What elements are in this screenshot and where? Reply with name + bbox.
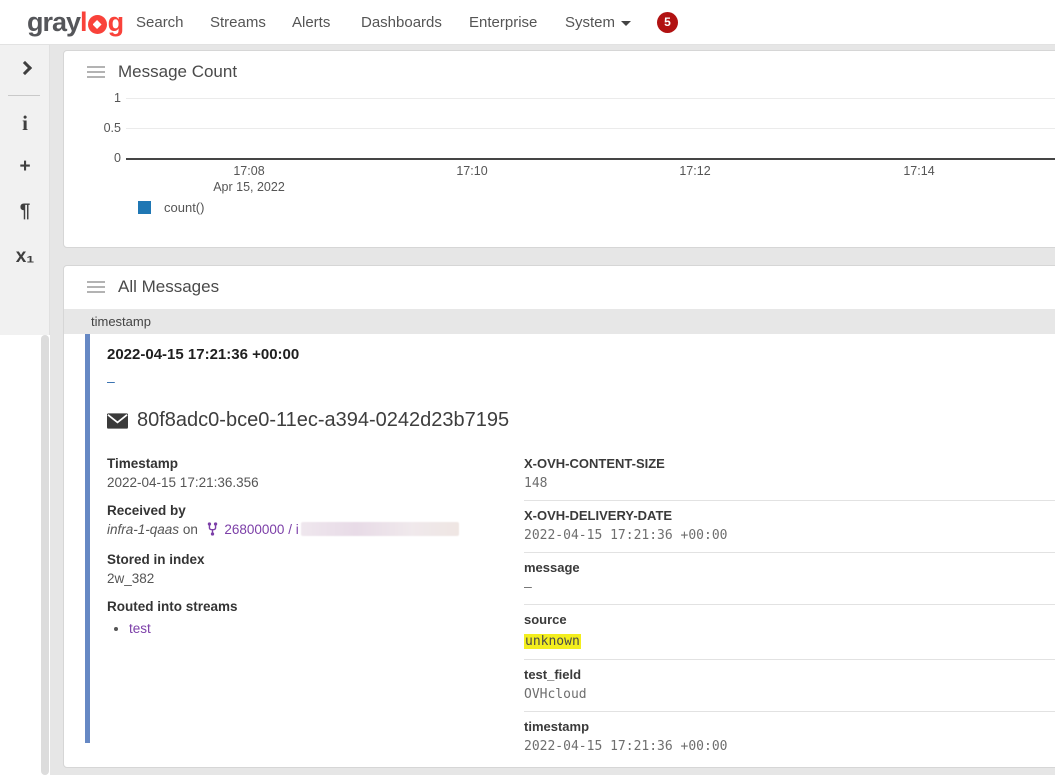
field-value-highlighted: unknown xyxy=(524,634,581,649)
widget-drag-handle-icon[interactable] xyxy=(87,66,105,78)
field-name[interactable]: source xyxy=(524,612,1055,627)
message-meta-column: Timestamp 2022-04-15 17:21:36.356 Receiv… xyxy=(107,456,524,763)
node-name: infra-1-qaas xyxy=(107,522,179,537)
system-label: System xyxy=(565,14,615,31)
logo-compass-icon xyxy=(88,15,107,34)
envelope-icon xyxy=(107,413,128,429)
gridline-y1 xyxy=(126,98,1055,99)
notification-badge[interactable]: 5 xyxy=(657,12,678,33)
stream-link-test[interactable]: test xyxy=(129,621,151,636)
code-fork-icon xyxy=(207,522,218,539)
fields-x1-icon[interactable]: x₁ xyxy=(0,246,50,268)
meta-value-timestamp: 2022-04-15 17:21:36.356 xyxy=(107,475,524,490)
gridline-y05 xyxy=(126,128,1055,129)
widget-title: Message Count xyxy=(118,62,237,82)
graylog-logo[interactable]: graylg xyxy=(27,7,123,38)
field-row: source unknown xyxy=(524,605,1055,660)
field-row: X-OVH-CONTENT-SIZE 148 xyxy=(524,456,1055,501)
column-header-timestamp[interactable]: timestamp xyxy=(64,309,151,334)
field-name[interactable]: X-OVH-CONTENT-SIZE xyxy=(524,456,1055,471)
meta-label-timestamp: Timestamp xyxy=(107,456,524,471)
input-link[interactable]: 26800000 / i xyxy=(224,522,298,537)
stream-list: test xyxy=(107,621,524,636)
y-tick-1: 1 xyxy=(64,91,121,105)
field-name[interactable]: X-OVH-DELIVERY-DATE xyxy=(524,508,1055,523)
field-row: timestamp 2022-04-15 17:21:36 +00:00 xyxy=(524,712,1055,763)
message-id: 80f8adc0-bce0-11ec-a394-0242d23b7195 xyxy=(137,409,509,432)
nav-dropdown-system[interactable]: System xyxy=(565,0,631,45)
message-summary-link[interactable]: – xyxy=(107,373,1055,389)
x-tick-1710: 17:10 xyxy=(442,164,502,178)
message-count-widget: Message Count 1 0.5 0 17:08 17:10 17:12 … xyxy=(63,50,1055,248)
field-value: 2022-04-15 17:21:36 +00:00 xyxy=(524,739,1055,754)
on-word: on xyxy=(183,522,198,537)
field-name[interactable]: message xyxy=(524,560,1055,575)
x-axis-date-label: Apr 15, 2022 xyxy=(201,180,297,194)
top-navbar: graylg Search Streams Alerts Dashboards … xyxy=(0,0,1055,45)
field-value: OVHcloud xyxy=(524,687,1055,702)
field-row: X-OVH-DELIVERY-DATE 2022-04-15 17:21:36 … xyxy=(524,501,1055,553)
meta-value-received-by: infra-1-qaas on 26800000 / i xyxy=(107,522,524,539)
widget-drag-handle-icon[interactable] xyxy=(87,281,105,293)
x-tick-1708: 17:08 xyxy=(219,164,279,178)
nav-item-search[interactable]: Search xyxy=(136,0,184,45)
nav-item-enterprise[interactable]: Enterprise xyxy=(469,0,537,45)
nav-item-streams[interactable]: Streams xyxy=(210,0,266,45)
message-table-header: timestamp xyxy=(64,309,1055,334)
create-plus-icon[interactable]: + xyxy=(0,156,50,178)
logo-text-gray: gray xyxy=(27,7,80,38)
legend-label-count[interactable]: count() xyxy=(164,200,204,215)
field-row: test_field OVHcloud xyxy=(524,660,1055,712)
nav-item-dashboards[interactable]: Dashboards xyxy=(361,0,442,45)
sidebar-icon-panel: i + ¶ x₁ xyxy=(0,45,50,335)
field-value: 148 xyxy=(524,476,1055,491)
field-value: – xyxy=(524,580,1055,595)
x-tick-1712: 17:12 xyxy=(665,164,725,178)
field-row: message – xyxy=(524,553,1055,605)
scrollbar-track[interactable] xyxy=(41,335,49,775)
y-tick-0: 0 xyxy=(64,151,121,165)
field-name[interactable]: timestamp xyxy=(524,719,1055,734)
message-row[interactable]: 2022-04-15 17:21:36 +00:00 – 80f8adc0-bc… xyxy=(85,334,1055,743)
all-messages-widget: All Messages timestamp 2022-04-15 17:21:… xyxy=(63,265,1055,768)
chevron-right-icon xyxy=(18,61,32,75)
message-row-timestamp[interactable]: 2022-04-15 17:21:36 +00:00 xyxy=(107,346,1055,363)
pilcrow-icon[interactable]: ¶ xyxy=(0,201,50,223)
chevron-down-icon xyxy=(621,21,631,26)
field-name[interactable]: test_field xyxy=(524,667,1055,682)
x-tick-1714: 17:14 xyxy=(889,164,949,178)
nav-item-alerts[interactable]: Alerts xyxy=(292,0,330,45)
widget-title: All Messages xyxy=(118,277,219,297)
field-value: 2022-04-15 17:21:36 +00:00 xyxy=(524,528,1055,543)
meta-value-stored-index: 2w_382 xyxy=(107,571,524,586)
meta-label-stored-index: Stored in index xyxy=(107,552,524,567)
y-tick-05: 0.5 xyxy=(64,121,121,135)
redacted-input-name xyxy=(301,522,459,536)
logo-text-g: g xyxy=(108,7,124,38)
expand-sidebar-button[interactable] xyxy=(0,57,50,79)
stream-list-item: test xyxy=(129,621,524,636)
info-icon[interactable]: i xyxy=(0,111,50,136)
message-fields-column: X-OVH-CONTENT-SIZE 148 X-OVH-DELIVERY-DA… xyxy=(524,456,1055,763)
legend-swatch-count[interactable] xyxy=(138,201,151,214)
x-axis-line xyxy=(126,158,1055,160)
logo-text-l: l xyxy=(80,7,87,38)
search-sidebar-collapsed: i + ¶ x₁ xyxy=(0,45,50,775)
dashboard-content: Message Count 1 0.5 0 17:08 17:10 17:12 … xyxy=(50,45,1055,775)
meta-label-received-by: Received by xyxy=(107,503,524,518)
sidebar-divider xyxy=(8,95,40,96)
meta-label-routed-streams: Routed into streams xyxy=(107,599,524,614)
